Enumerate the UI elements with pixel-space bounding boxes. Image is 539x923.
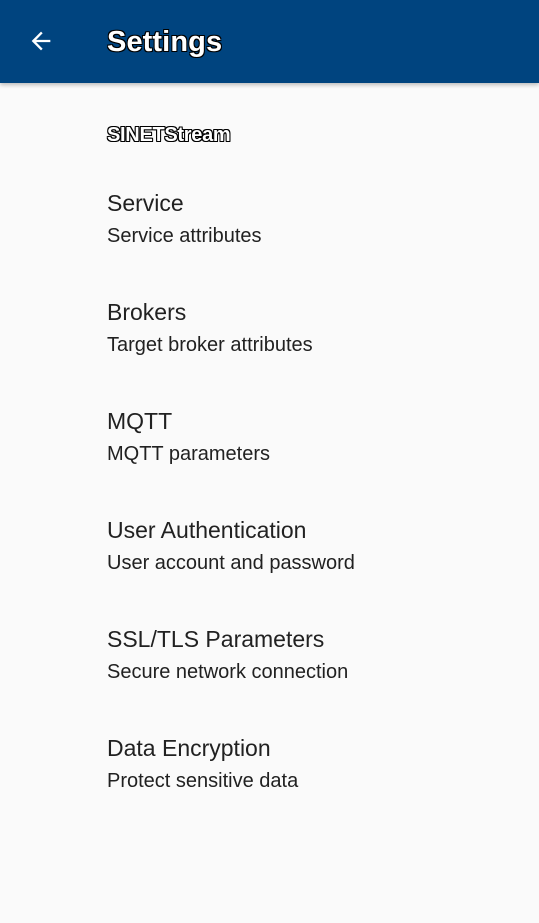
pref-item-ssl-tls-parameters[interactable]: SSL/TLS Parameters Secure network connec… xyxy=(0,625,539,725)
pref-title: SSL/TLS Parameters xyxy=(107,626,325,652)
pref-summary: User account and password xyxy=(107,552,355,574)
pref-summary: Target broker attributes xyxy=(107,334,313,356)
category-header: SINETStream xyxy=(107,124,231,146)
pref-title: Service xyxy=(107,190,184,216)
pref-title: Brokers xyxy=(107,299,187,325)
pref-summary: Secure network connection xyxy=(107,661,349,683)
pref-summary: MQTT parameters xyxy=(107,443,270,465)
pref-summary: Protect sensitive data xyxy=(107,770,299,792)
pref-item-brokers[interactable]: Brokers Target broker attributes xyxy=(0,298,539,398)
page-title: Settings xyxy=(107,26,223,58)
app-bar: Settings xyxy=(0,0,539,83)
pref-item-mqtt[interactable]: MQTT MQTT parameters xyxy=(0,407,539,507)
pref-item-service[interactable]: Service Service attributes xyxy=(0,189,539,289)
pref-title: MQTT xyxy=(107,408,173,434)
pref-item-user-authentication[interactable]: User Authentication User account and pas… xyxy=(0,516,539,616)
pref-item-data-encryption[interactable]: Data Encryption Protect sensitive data xyxy=(0,734,539,834)
back-button[interactable] xyxy=(14,14,68,68)
pref-title: Data Encryption xyxy=(107,735,271,761)
pref-summary: Service attributes xyxy=(107,225,262,247)
pref-title: User Authentication xyxy=(107,517,307,543)
arrow-back-icon xyxy=(27,27,55,55)
